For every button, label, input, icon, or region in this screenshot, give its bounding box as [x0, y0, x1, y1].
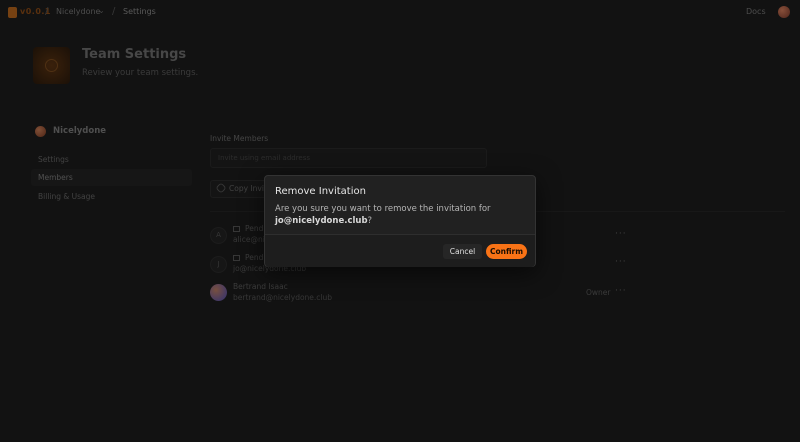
- dialog-title: Remove Invitation: [275, 186, 366, 197]
- cancel-button[interactable]: Cancel: [443, 244, 482, 259]
- dialog-email: jo@nicelydone.club: [275, 216, 368, 226]
- dialog-message-suffix: ?: [367, 216, 373, 226]
- dialog-message: Are you sure you want to remove the invi…: [275, 203, 525, 227]
- remove-invitation-dialog: Remove Invitation Are you sure you want …: [264, 175, 536, 267]
- dialog-message-text: Are you sure you want to remove the invi…: [275, 204, 491, 214]
- dialog-footer: Cancel Confirm: [265, 234, 535, 267]
- confirm-button[interactable]: Confirm: [486, 244, 527, 259]
